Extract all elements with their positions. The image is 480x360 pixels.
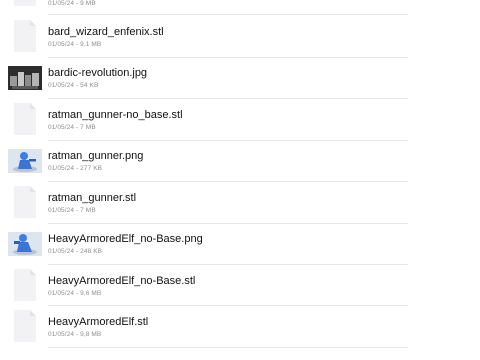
file-meta: 01/05/24 - 277 KB [48, 165, 103, 172]
file-row[interactable]: ratman_gunner-no_base.stl 01/05/24 - 7 M… [0, 102, 480, 143]
file-name: HeavyArmoredElf_no-Base.png [48, 233, 203, 245]
file-name: bard_wizard_enfenix.stl [48, 26, 164, 38]
file-meta: 01/05/24 - 9,1 MB [48, 41, 102, 48]
row-separator [48, 223, 408, 224]
dark-image-thumbnail [8, 66, 42, 100]
file-row[interactable]: 01/05/24 - 9 MB [0, 0, 480, 14]
document-icon [8, 185, 42, 219]
row-separator [48, 98, 408, 99]
file-name: HeavyArmoredElf_no-Base.stl [48, 275, 196, 287]
row-separator [48, 140, 408, 141]
row-separator [48, 305, 408, 306]
row-separator [48, 14, 408, 15]
file-name: ratman_gunner-no_base.stl [48, 109, 183, 121]
blue-figure-thumbnail [8, 149, 42, 183]
file-row[interactable]: bard_wizard_enfenix.stl 01/05/24 - 9,1 M… [0, 19, 480, 60]
file-meta: 01/05/24 - 7 MB [48, 207, 96, 214]
file-name: HeavyArmoredElf.stl [48, 316, 149, 328]
blue-figure-thumbnail [8, 232, 42, 266]
file-name: bardic-revolution.jpg [48, 67, 148, 79]
file-row[interactable]: ratman_gunner.png 01/05/24 - 277 KB [0, 143, 480, 184]
file-row[interactable]: ratman_gunner.stl 01/05/24 - 7 MB [0, 185, 480, 226]
file-meta: 01/05/24 - 9,8 MB [48, 331, 102, 338]
document-icon [8, 102, 42, 136]
file-meta: 01/05/24 - 9 MB [48, 0, 96, 7]
file-meta: 01/05/24 - 54 KB [48, 82, 99, 89]
row-separator [48, 264, 408, 265]
row-separator [48, 181, 408, 182]
file-list: 01/05/24 - 9 MB bard_wizard_enfenix.stl … [0, 0, 480, 360]
file-row[interactable]: HeavyArmoredElf_no-Base.png 01/05/24 - 2… [0, 226, 480, 267]
row-separator [48, 57, 408, 58]
file-row[interactable]: HeavyArmoredElf.stl 01/05/24 - 9,8 MB [0, 309, 480, 350]
document-icon [8, 268, 42, 302]
row-separator [48, 347, 408, 348]
file-meta: 01/05/24 - 248 KB [48, 248, 103, 255]
document-icon [8, 19, 42, 53]
file-row[interactable]: bardic-revolution.jpg 01/05/24 - 54 KB [0, 60, 480, 101]
file-meta: 01/05/24 - 9,6 MB [48, 290, 102, 297]
file-row[interactable]: HeavyArmoredElf_no-Base.stl 01/05/24 - 9… [0, 268, 480, 309]
file-name: ratman_gunner.stl [48, 192, 137, 204]
document-icon [8, 309, 42, 343]
file-name: ratman_gunner.png [48, 150, 144, 162]
file-meta: 01/05/24 - 7 MB [48, 124, 96, 131]
document-icon [8, 0, 42, 7]
